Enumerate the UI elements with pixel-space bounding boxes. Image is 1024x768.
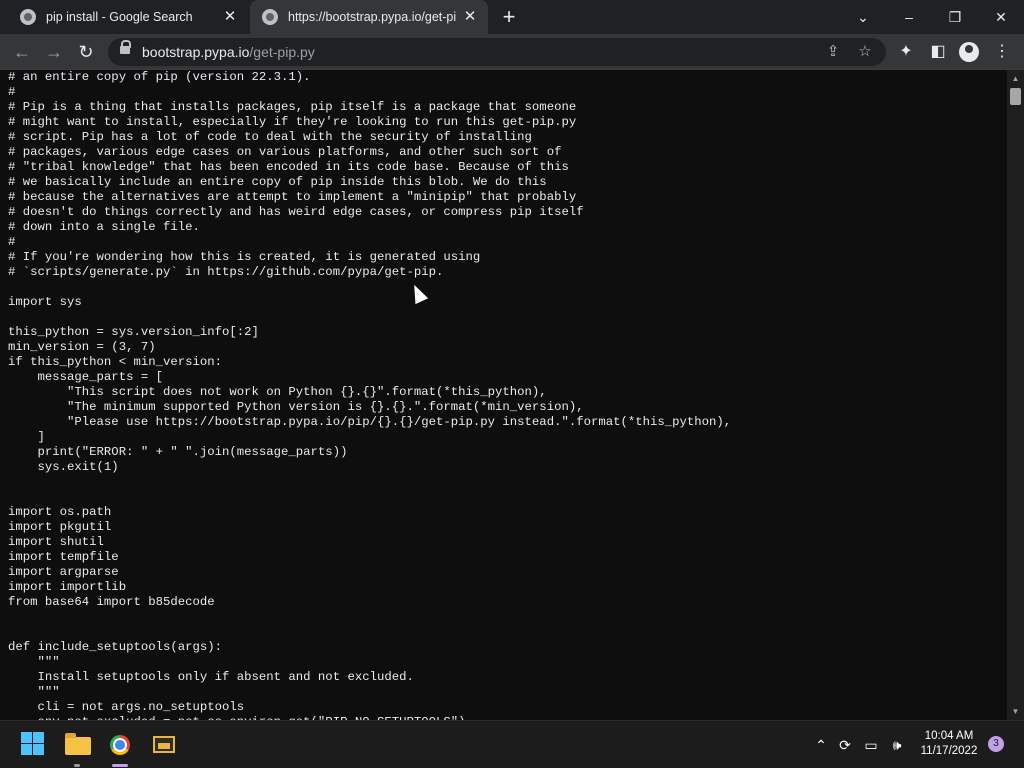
back-button[interactable]: ← xyxy=(10,40,34,64)
scroll-up-arrow-icon[interactable]: ▲ xyxy=(1007,72,1024,86)
notification-badge[interactable]: 3 xyxy=(988,736,1004,752)
code-line: # "tribal knowledge" that has been encod… xyxy=(8,160,569,174)
code-line: import os.path xyxy=(8,505,112,519)
code-line: from base64 import b85decode xyxy=(8,595,215,609)
start-button[interactable] xyxy=(18,729,50,761)
side-panel-icon[interactable]: ◧ xyxy=(926,40,950,64)
tab-get-pip[interactable]: https://bootstrap.pypa.io/get-pip.py ✕ xyxy=(250,0,488,34)
new-tab-button[interactable]: + xyxy=(498,6,520,28)
volume-icon[interactable]: 🕪 xyxy=(888,735,906,755)
code-line: # xyxy=(8,235,16,249)
folder-icon xyxy=(65,733,91,755)
tab-strip: pip install - Google Search ✕ https://bo… xyxy=(0,0,1024,34)
code-line: def include_setuptools(args): xyxy=(8,640,223,654)
url-text[interactable]: bootstrap.pypa.io/get-pip.py xyxy=(142,44,315,60)
code-line: import importlib xyxy=(8,580,127,594)
code-line: # Pip is a thing that installs packages,… xyxy=(8,100,577,114)
sync-alert-icon[interactable]: ⟳ xyxy=(836,735,854,755)
code-line: # doesn't do things correctly and has we… xyxy=(8,205,584,219)
active-app-indicator xyxy=(112,764,128,767)
restore-button[interactable]: ❐ xyxy=(932,0,978,34)
photos-taskbar-button[interactable] xyxy=(148,729,180,761)
chrome-icon xyxy=(110,735,130,755)
code-line: import pkgutil xyxy=(8,520,112,534)
address-bar[interactable]: bootstrap.pypa.io/get-pip.py ⇪ ☆ xyxy=(108,38,886,66)
tab-search-chevron-icon[interactable]: ⌄ xyxy=(840,0,886,34)
code-line: # If you're wondering how this is create… xyxy=(8,250,481,264)
close-tab-icon[interactable]: ✕ xyxy=(222,9,238,25)
code-line: # `scripts/generate.py` in https://githu… xyxy=(8,265,444,279)
url-host: bootstrap.pypa.io xyxy=(142,44,250,60)
code-line: # might want to install, especially if t… xyxy=(8,115,577,129)
minimize-button[interactable]: – xyxy=(886,0,932,34)
chrome-taskbar-button[interactable] xyxy=(104,729,136,761)
show-hidden-icons-chevron-icon[interactable]: ⌃ xyxy=(812,735,830,755)
code-line: min_version = (3, 7) xyxy=(8,340,156,354)
code-line: ] xyxy=(8,430,45,444)
code-line: import argparse xyxy=(8,565,119,579)
code-line: # we basically include an entire copy of… xyxy=(8,175,547,189)
code-line: # an entire copy of pip (version 22.3.1)… xyxy=(8,70,311,84)
file-explorer-button[interactable] xyxy=(62,729,94,761)
code-line: print("ERROR: " + " ".join(message_parts… xyxy=(8,445,348,459)
code-line: # xyxy=(8,85,16,99)
tab-title: https://bootstrap.pypa.io/get-pip.py xyxy=(288,10,456,24)
reload-button[interactable]: ↻ xyxy=(74,40,98,64)
photos-icon xyxy=(153,736,175,753)
scroll-thumb[interactable] xyxy=(1010,88,1021,105)
code-line: cli = not args.no_setuptools xyxy=(8,700,245,714)
code-line: this_python = sys.version_info[:2] xyxy=(8,325,259,339)
page-content: # an entire copy of pip (version 22.3.1)… xyxy=(0,70,1007,720)
source-code: # an entire copy of pip (version 22.3.1)… xyxy=(0,70,1007,720)
bookmark-star-icon[interactable]: ☆ xyxy=(855,42,875,62)
vertical-scrollbar[interactable]: ▲ ▼ xyxy=(1007,70,1024,720)
code-line: sys.exit(1) xyxy=(8,460,119,474)
lock-icon[interactable] xyxy=(120,40,131,54)
code-line: # packages, various edge cases on variou… xyxy=(8,145,562,159)
code-line: message_parts = [ xyxy=(8,370,163,384)
code-line: "Please use https://bootstrap.pypa.io/pi… xyxy=(8,415,732,429)
code-line: # down into a single file. xyxy=(8,220,200,234)
running-indicator xyxy=(74,764,80,767)
tab-google-search[interactable]: pip install - Google Search ✕ xyxy=(8,0,248,34)
code-line: if this_python < min_version: xyxy=(8,355,223,369)
code-line: import sys xyxy=(8,295,82,309)
code-line: # script. Pip has a lot of code to deal … xyxy=(8,130,532,144)
url-path: /get-pip.py xyxy=(249,44,315,60)
browser-toolbar: ← → ↻ bootstrap.pypa.io/get-pip.py ⇪ ☆ ✦… xyxy=(0,34,1024,70)
code-line: """ xyxy=(8,685,60,699)
scroll-down-arrow-icon[interactable]: ▼ xyxy=(1007,705,1024,719)
globe-icon xyxy=(20,9,36,25)
globe-icon xyxy=(262,9,278,25)
extensions-puzzle-icon[interactable]: ✦ xyxy=(894,40,918,64)
code-line: """ xyxy=(8,655,60,669)
code-line: "The minimum supported Python version is… xyxy=(8,400,584,414)
code-line: import shutil xyxy=(8,535,104,549)
close-window-button[interactable]: ✕ xyxy=(978,0,1024,34)
clock-time: 10:04 AM xyxy=(924,730,974,742)
share-icon[interactable]: ⇪ xyxy=(823,42,843,62)
close-tab-icon[interactable]: ✕ xyxy=(462,9,478,25)
more-menu-icon[interactable]: ⋮ xyxy=(990,40,1014,64)
clock-date: 11/17/2022 xyxy=(920,745,978,757)
windows-taskbar: ⌃ ⟳ ▭ 🕪 10:04 AM 11/17/2022 3 xyxy=(0,720,1024,768)
forward-button[interactable]: → xyxy=(42,40,66,64)
network-icon[interactable]: ▭ xyxy=(862,735,880,755)
system-clock[interactable]: 10:04 AM 11/17/2022 xyxy=(914,729,984,759)
code-line: "This script does not work on Python {}.… xyxy=(8,385,547,399)
code-line: Install setuptools only if absent and no… xyxy=(8,670,414,684)
code-line: # because the alternatives are attempt t… xyxy=(8,190,577,204)
code-line: import tempfile xyxy=(8,550,119,564)
tab-title: pip install - Google Search xyxy=(46,10,193,24)
profile-avatar-icon[interactable] xyxy=(959,42,979,62)
